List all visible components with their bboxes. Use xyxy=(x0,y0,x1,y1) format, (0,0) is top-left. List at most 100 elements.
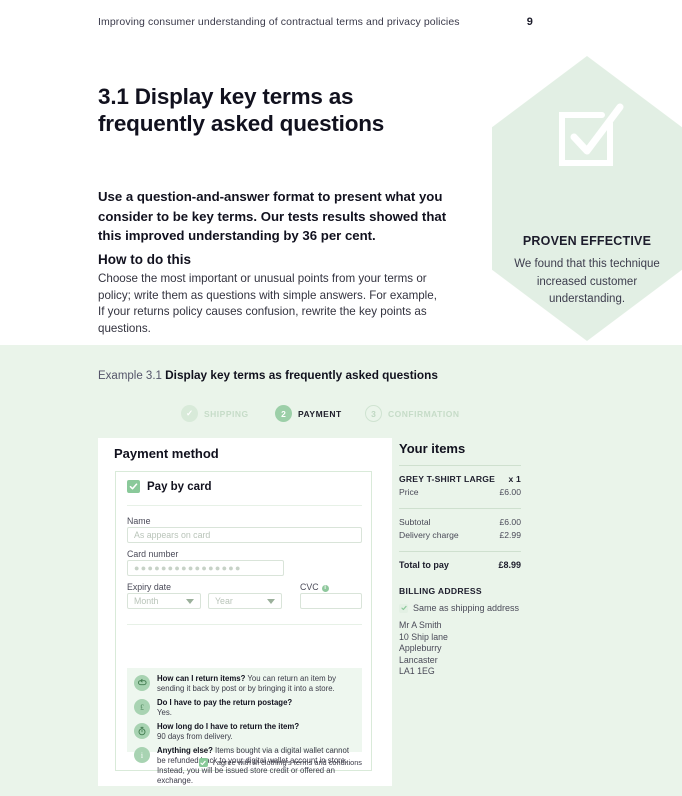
proven-effective-callout: PROVEN EFFECTIVE We found that this tech… xyxy=(492,56,682,346)
pay-by-card-panel: Pay by card Name As appears on card Card… xyxy=(115,471,372,785)
faq-item: £ Do I have to pay the return postage? Ye… xyxy=(134,698,355,718)
expiry-month-value: Month xyxy=(134,596,159,606)
page-title: 3.1 Display key terms as frequently aske… xyxy=(98,84,385,136)
card-number-input[interactable]: ●●●●●●●●●●●●●●●● xyxy=(127,560,284,576)
name-input[interactable]: As appears on card xyxy=(127,527,362,543)
product-name: GREY T-SHIRT LARGE xyxy=(399,474,496,484)
running-head-text: Improving consumer understanding of cont… xyxy=(98,16,460,28)
check-icon xyxy=(129,483,138,490)
billing-address-heading: BILLING ADDRESS xyxy=(399,586,482,596)
stepper-payment-label: PAYMENT xyxy=(298,408,342,419)
callout-title: PROVEN EFFECTIVE xyxy=(522,234,652,248)
price-value: £6.00 xyxy=(499,487,521,497)
faq-text: How can I return items? You can return a… xyxy=(157,674,355,694)
address-line: Mr A Smith xyxy=(399,620,442,630)
address-line: 10 Ship lane xyxy=(399,631,448,642)
page-number: 9 xyxy=(526,16,533,28)
delivery-row: Delivery charge £2.99 xyxy=(399,529,521,542)
same-as-shipping-row[interactable]: Same as shipping address xyxy=(399,603,521,613)
check-icon xyxy=(400,605,407,611)
pay-by-card-label: Pay by card xyxy=(147,480,212,493)
info-icon[interactable]: i xyxy=(321,585,329,592)
stepper-confirmation-badge: 3 xyxy=(365,405,382,422)
return-arrow-icon xyxy=(134,675,150,691)
cvc-label-text: CVC xyxy=(300,582,319,592)
same-as-shipping-checkbox[interactable] xyxy=(399,603,408,613)
same-as-shipping-label: Same as shipping address xyxy=(413,603,520,613)
pay-by-card-option[interactable]: Pay by card xyxy=(127,480,212,493)
address-line: Appleburry xyxy=(399,643,442,654)
subtotal-row: Subtotal £6.00 xyxy=(399,516,521,529)
faq-answer: 90 days from delivery. xyxy=(157,732,233,742)
cvc-field-label: CVC i xyxy=(300,582,329,592)
example-title: Display key terms as frequently asked qu… xyxy=(165,368,438,382)
stepper-step-payment[interactable]: 2 PAYMENT xyxy=(275,405,342,422)
faq-question: Anything else? xyxy=(157,745,213,755)
pay-by-card-checkbox[interactable] xyxy=(127,480,140,493)
payment-method-heading: Payment method xyxy=(114,446,219,461)
divider xyxy=(399,551,521,552)
stepper-shipping-label: SHIPPING xyxy=(204,408,249,419)
expiry-year-value: Year xyxy=(215,596,233,606)
stepper-shipping-badge: ✓ xyxy=(181,405,198,422)
faq-question: How long do I have to return the item? xyxy=(157,721,300,731)
stepper-confirmation-label: CONFIRMATION xyxy=(388,408,460,419)
cvc-input[interactable] xyxy=(300,593,362,609)
billing-address-block: Mr A Smith 10 Ship lane Appleburry Lanca… xyxy=(399,620,521,678)
product-qty: x 1 xyxy=(508,474,521,484)
panel-divider xyxy=(127,505,362,506)
divider xyxy=(399,465,521,466)
stepper-payment-badge: 2 xyxy=(275,405,292,422)
section-lede: Use a question-and-answer format to pres… xyxy=(98,189,447,243)
total-label: Total to pay xyxy=(399,560,449,570)
pound-sterling-icon: £ xyxy=(134,698,150,715)
faq-item: How long do I have to return the item? 90… xyxy=(134,722,355,742)
callout-body: We found that this technique increased c… xyxy=(514,258,660,305)
check-icon xyxy=(200,760,206,765)
expiry-month-select[interactable]: Month xyxy=(127,593,201,609)
subtotal-value: £6.00 xyxy=(499,517,521,527)
product-row: GREY T-SHIRT LARGE x 1 xyxy=(399,473,521,486)
subtotal-label: Subtotal xyxy=(399,517,431,527)
faq-text: How long do I have to return the item? 90… xyxy=(157,722,299,742)
running-head: Improving consumer understanding of cont… xyxy=(98,16,618,28)
address-line: Lancaster xyxy=(399,654,438,665)
terms-label: I agree with M clothing's terms and cond… xyxy=(212,758,362,767)
checkout-card: Payment method Pay by card Name As appea… xyxy=(98,438,392,786)
howto-body: Choose the most important or unusual poi… xyxy=(98,272,437,335)
checkbox-tick-icon xyxy=(559,103,624,166)
terms-agreement-row[interactable]: I agree with M clothing's terms and cond… xyxy=(127,758,362,767)
expiry-date-field-label: Expiry date xyxy=(127,582,172,592)
stopwatch-icon xyxy=(134,722,150,739)
faq-answer: Yes. xyxy=(157,708,172,718)
your-items-heading: Your items xyxy=(399,441,466,456)
price-row: Price £6.00 xyxy=(399,486,521,499)
chevron-down-icon xyxy=(267,599,275,604)
faq-text: Do I have to pay the return postage? Yes. xyxy=(157,698,292,718)
checkout-stepper: ✓ SHIPPING 2 PAYMENT 3 CONFIRMATION xyxy=(175,405,505,429)
expiry-year-select[interactable]: Year xyxy=(208,593,282,609)
chevron-down-icon xyxy=(186,599,194,604)
howto-heading: How to do this xyxy=(98,252,191,267)
card-number-field-label: Card number xyxy=(127,549,179,559)
address-line: LA1 1EG xyxy=(399,666,435,677)
faq-item: How can I return items? You can return a… xyxy=(134,674,355,694)
price-label: Price xyxy=(399,487,419,497)
example-caption: Example 3.1 Display key terms as frequen… xyxy=(98,368,438,382)
name-field-label: Name xyxy=(127,516,151,526)
faq-question: Do I have to pay the return postage? xyxy=(157,697,293,707)
stepper-step-confirmation[interactable]: 3 CONFIRMATION xyxy=(365,405,459,422)
total-value: £8.99 xyxy=(498,560,521,570)
delivery-label: Delivery charge xyxy=(399,530,459,540)
document-page: Improving consumer understanding of cont… xyxy=(0,0,682,796)
faq-panel: How can I return items? You can return a… xyxy=(127,668,362,785)
divider xyxy=(399,508,521,509)
delivery-value: £2.99 xyxy=(499,530,521,540)
faq-question: How can I return items? xyxy=(157,674,246,683)
your-items-panel: Your items GREY T-SHIRT LARGE x 1 Price … xyxy=(399,441,521,678)
svg-text:£: £ xyxy=(140,702,144,711)
example-label: Example 3.1 xyxy=(98,370,162,382)
stepper-step-shipping[interactable]: ✓ SHIPPING xyxy=(181,405,249,422)
terms-checkbox[interactable] xyxy=(198,758,208,767)
panel-divider-2 xyxy=(127,624,362,625)
